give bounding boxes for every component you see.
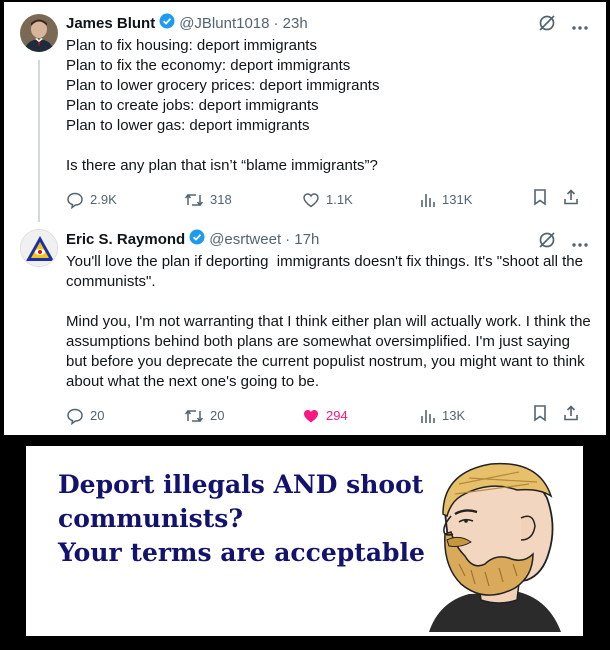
meme-line-2: communists? [58, 504, 243, 533]
like-button[interactable]: 1.1K [302, 191, 420, 209]
like-count: 294 [326, 408, 348, 423]
share-icon[interactable] [562, 188, 580, 211]
repost-icon [184, 191, 204, 209]
author-handle[interactable]: @esrtweet [209, 231, 281, 248]
reply-button[interactable]: 20 [66, 407, 184, 425]
meme-caption: Deport illegals AND shoot communists? Yo… [58, 468, 425, 570]
bookmark-icon[interactable] [532, 404, 548, 427]
like-icon [302, 407, 320, 425]
author-handle[interactable]: @JBlunt1018 [179, 15, 269, 32]
meme-panel: Deport illegals AND shoot communists? Yo… [26, 446, 583, 636]
grok-icon[interactable] [538, 14, 556, 37]
more-icon[interactable] [572, 17, 588, 35]
like-button[interactable]: 294 [302, 407, 420, 425]
repost-count: 318 [210, 192, 232, 207]
repost-icon [184, 407, 204, 425]
meme-line-3: Your terms are acceptable [58, 538, 425, 567]
like-icon [302, 191, 320, 209]
reply-icon [66, 407, 84, 425]
tweet-thread: James Blunt @JBlunt1018 · 23h Plan to fi… [4, 2, 606, 435]
tweet-text: You'll love the plan if deporting immigr… [66, 253, 591, 390]
reply-button[interactable]: 2.9K [66, 191, 184, 209]
reply-count: 20 [90, 408, 105, 423]
avatar-eric-s-raymond[interactable] [20, 229, 58, 267]
thread-connector-line [38, 60, 40, 222]
author-name[interactable]: James Blunt [66, 15, 155, 32]
grok-icon[interactable] [538, 231, 556, 254]
tweet-time[interactable]: · 17h [285, 231, 319, 248]
reply-icon [66, 191, 84, 209]
views-count: 13K [442, 408, 466, 423]
chad-yes-illustration [399, 454, 565, 632]
tweet-1-actions: 2.9K 318 1.1K 131K [66, 188, 590, 211]
like-count: 1.1K [326, 192, 353, 207]
verified-badge-icon [159, 13, 175, 33]
avatar-james-blunt[interactable] [20, 14, 58, 52]
tweet-time[interactable]: · 23h [274, 15, 308, 32]
verified-badge-icon [189, 229, 205, 249]
reply-count: 2.9K [90, 192, 117, 207]
author-name[interactable]: Eric S. Raymond [66, 231, 185, 248]
tweet-2-top-icons [538, 231, 588, 254]
share-icon[interactable] [562, 404, 580, 427]
repost-button[interactable]: 20 [184, 407, 302, 425]
views-button[interactable]: 13K [420, 408, 532, 424]
bookmark-icon[interactable] [532, 188, 548, 211]
views-count: 131K [442, 192, 473, 207]
more-icon[interactable] [572, 234, 588, 252]
tweet-2-header: Eric S. Raymond @esrtweet · 17h [66, 229, 319, 249]
meme-line-1: Deport illegals AND shoot [58, 470, 424, 499]
repost-button[interactable]: 318 [184, 191, 302, 209]
views-button[interactable]: 131K [420, 192, 532, 208]
tweet-2-actions: 20 20 294 13K [66, 404, 590, 427]
repost-count: 20 [210, 408, 225, 423]
tweet-1-header: James Blunt @JBlunt1018 · 23h [66, 13, 308, 33]
tweet-1-top-icons [538, 14, 588, 37]
views-icon [420, 192, 436, 208]
views-icon [420, 408, 436, 424]
tweet-text: Plan to fix housing: deport immigrants P… [66, 37, 380, 174]
